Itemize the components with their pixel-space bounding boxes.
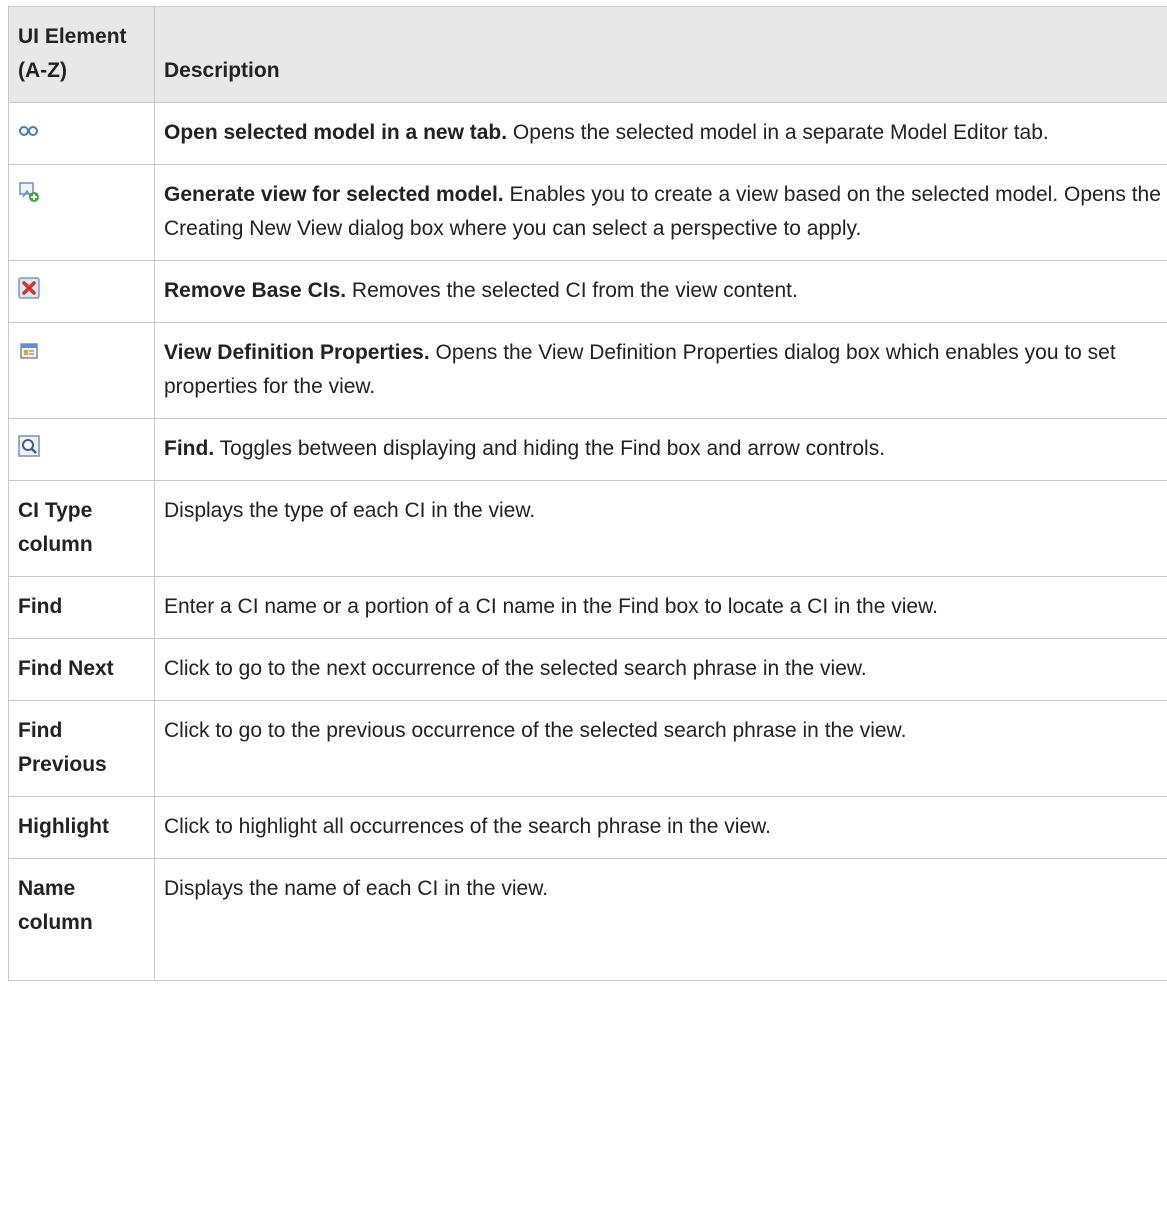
description-title: Find. — [164, 437, 215, 460]
description-cell: Remove Base CIs. Removes the selected CI… — [154, 260, 1167, 323]
table-row: Find Enter a CI name or a portion of a C… — [8, 576, 1167, 639]
table-row: CI Type column Displays the type of each… — [8, 480, 1167, 577]
ui-element-name: Find Previous — [8, 700, 155, 797]
generate-view-icon — [19, 182, 39, 202]
ui-element-cell — [8, 164, 155, 261]
table-row: Highlight Click to highlight all occurre… — [8, 796, 1167, 859]
description-text: Toggles between displaying and hiding th… — [214, 437, 886, 460]
ui-element-name: Find Next — [8, 638, 155, 701]
description-text: Enter a CI name or a portion of a CI nam… — [154, 576, 1167, 639]
description-title: Generate view for selected model. — [164, 183, 504, 206]
table-row: Find. Toggles between displaying and hid… — [8, 418, 1167, 481]
description-text: Click to go to the next occurrence of th… — [154, 638, 1167, 701]
table-row: Open selected model in a new tab. Opens … — [8, 102, 1167, 165]
ui-element-cell — [8, 102, 155, 165]
table-row: View Definition Properties. Opens the Vi… — [8, 322, 1167, 419]
description-cell: Generate view for selected model. Enable… — [154, 164, 1167, 261]
description-cell: Find. Toggles between displaying and hid… — [154, 418, 1167, 481]
ui-element-name: Highlight — [8, 796, 155, 859]
ui-element-cell — [8, 418, 155, 481]
find-icon — [18, 435, 40, 457]
description-text: Click to highlight all occurrences of th… — [154, 796, 1167, 859]
open-in-new-tab-icon — [19, 126, 38, 136]
ui-element-name: Name column — [8, 858, 155, 981]
ui-element-cell — [8, 322, 155, 419]
description-text: Opens the selected model in a separate M… — [507, 121, 1049, 144]
column-header-ui-element: UI Element (A-Z) — [8, 6, 155, 103]
remove-icon — [18, 277, 40, 299]
table-header-row: UI Element (A-Z) Description — [8, 6, 1167, 103]
description-text: Click to go to the previous occurrence o… — [154, 700, 1167, 797]
description-text: Displays the name of each CI in the view… — [154, 858, 1167, 981]
ui-elements-table: UI Element (A-Z) Description Open select… — [8, 6, 1167, 981]
table-row: Name column Displays the name of each CI… — [8, 858, 1167, 981]
description-text: Removes the selected CI from the view co… — [346, 279, 798, 302]
description-cell: Open selected model in a new tab. Opens … — [154, 102, 1167, 165]
description-cell: View Definition Properties. Opens the Vi… — [154, 322, 1167, 419]
column-header-description: Description — [154, 6, 1167, 103]
table-row: Generate view for selected model. Enable… — [8, 164, 1167, 261]
table-row: Find Next Click to go to the next occurr… — [8, 638, 1167, 701]
description-title: Remove Base CIs. — [164, 279, 347, 302]
table-row: Remove Base CIs. Removes the selected CI… — [8, 260, 1167, 323]
ui-element-name: CI Type column — [8, 480, 155, 577]
table-row: Find Previous Click to go to the previou… — [8, 700, 1167, 797]
description-title: Open selected model in a new tab. — [164, 121, 508, 144]
description-title: View Definition Properties. — [164, 341, 430, 364]
properties-icon — [20, 343, 38, 359]
ui-element-cell — [8, 260, 155, 323]
ui-element-name: Find — [8, 576, 155, 639]
description-text: Displays the type of each CI in the view… — [154, 480, 1167, 577]
